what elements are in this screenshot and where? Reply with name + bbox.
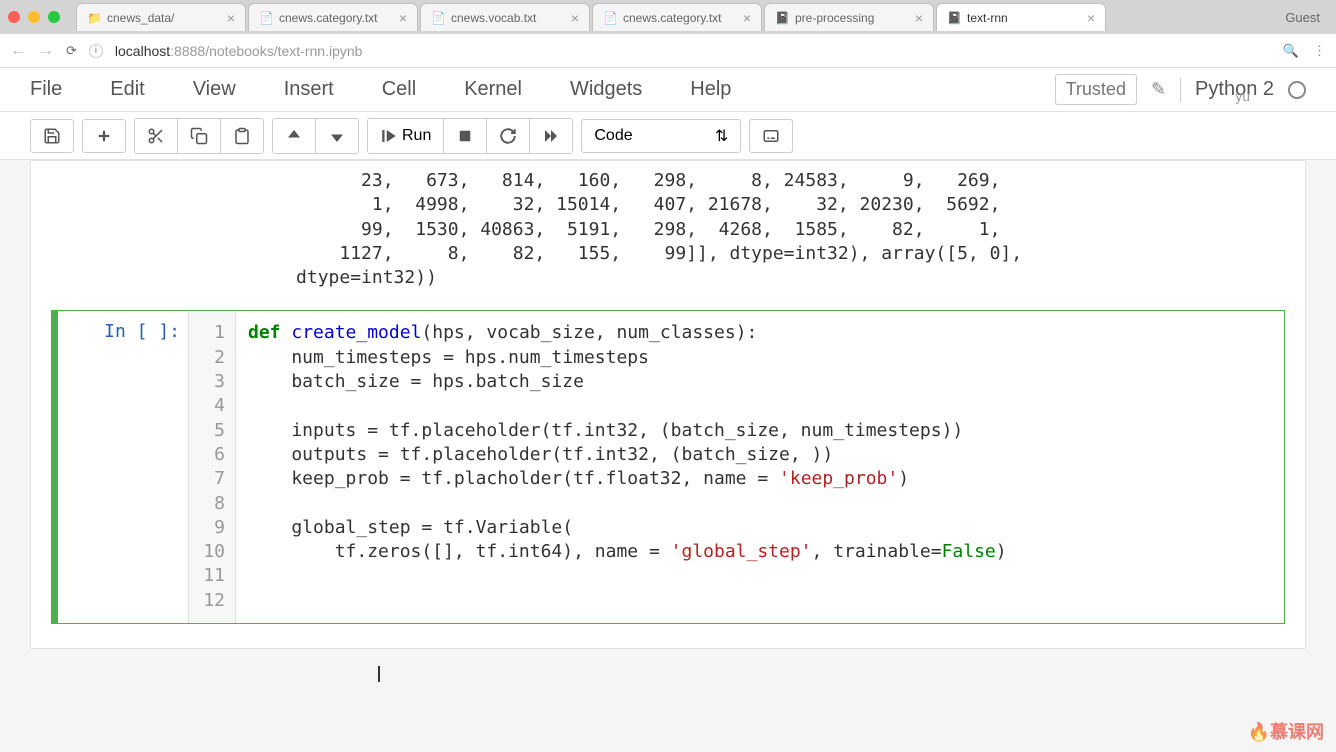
- url-path: /notebooks/text-rnn.ipynb: [205, 43, 362, 59]
- browser-tab-3[interactable]: 📄 cnews.category.txt ×: [592, 3, 762, 31]
- command-palette-button[interactable]: [749, 119, 793, 153]
- jupyter-toolbar: Run Code ⇅: [0, 112, 1336, 160]
- trusted-badge[interactable]: Trusted: [1055, 74, 1137, 105]
- jupyter-menu-bar: File Edit View Insert Cell Kernel Widget…: [0, 68, 1336, 112]
- edit-icon[interactable]: ✎: [1151, 79, 1166, 100]
- watermark-text: yu: [1235, 88, 1250, 104]
- tab-title: cnews_data/: [107, 11, 221, 25]
- tab-title: cnews.category.txt: [279, 11, 393, 25]
- input-prompt: In [ ]:: [58, 311, 188, 623]
- browser-tab-bar: 📁 cnews_data/ × 📄 cnews.category.txt × 📄 cnew…: [0, 0, 1336, 34]
- cut-copy-paste-group: [134, 118, 264, 154]
- menu-kernel[interactable]: Kernel: [464, 78, 522, 101]
- watermark-label: 慕课网: [1270, 722, 1324, 742]
- close-icon[interactable]: ×: [227, 10, 235, 26]
- divider: [1180, 78, 1181, 102]
- site-info-icon[interactable]: i: [89, 44, 103, 58]
- code-cell[interactable]: In [ ]: 123456789101112 def create_model…: [51, 310, 1285, 624]
- menu-edit[interactable]: Edit: [110, 78, 144, 101]
- close-icon[interactable]: ×: [1087, 10, 1095, 26]
- menu-view[interactable]: View: [193, 78, 236, 101]
- cell-type-select[interactable]: Code ⇅: [581, 119, 741, 153]
- menu-cell[interactable]: Cell: [382, 78, 416, 101]
- close-icon[interactable]: ×: [399, 10, 407, 26]
- paste-button[interactable]: [221, 119, 263, 153]
- zoom-icon[interactable]: 🔍: [1283, 43, 1299, 59]
- cell-type-label: Code: [594, 127, 632, 145]
- url-host: localhost: [115, 43, 170, 59]
- maximize-window-button[interactable]: [48, 11, 60, 23]
- move-down-button[interactable]: [316, 119, 358, 153]
- window-controls: [8, 11, 60, 23]
- run-group: Run: [367, 118, 573, 154]
- cut-button[interactable]: [135, 119, 178, 153]
- text-cursor: [378, 666, 380, 682]
- close-window-button[interactable]: [8, 11, 20, 23]
- run-button[interactable]: Run: [368, 119, 444, 153]
- watermark: 🔥慕课网: [1248, 718, 1324, 744]
- restart-run-all-button[interactable]: [530, 119, 572, 153]
- output-cell: 23, 673, 814, 160, 298, 8, 24583, 9, 269…: [31, 169, 1305, 290]
- browser-tab-0[interactable]: 📁 cnews_data/ ×: [76, 3, 246, 31]
- line-number-gutter: 123456789101112: [188, 311, 236, 623]
- notebook-container: 23, 673, 814, 160, 298, 8, 24583, 9, 269…: [30, 160, 1306, 649]
- close-icon[interactable]: ×: [915, 10, 923, 26]
- tab-title: cnews.category.txt: [623, 11, 737, 25]
- browser-tab-2[interactable]: 📄 cnews.vocab.txt ×: [420, 3, 590, 31]
- save-button[interactable]: [30, 119, 74, 153]
- run-label: Run: [402, 127, 431, 145]
- browser-tab-5[interactable]: 📓 text-rnn ×: [936, 3, 1106, 31]
- back-button[interactable]: ←: [10, 42, 26, 60]
- reload-button[interactable]: ⟳: [66, 43, 77, 59]
- url-port: :8888: [170, 43, 205, 59]
- tab-title: pre-processing: [795, 11, 909, 25]
- notebook-icon: 📓: [775, 11, 789, 25]
- doc-icon: 📄: [431, 11, 445, 25]
- kernel-status-icon: [1288, 81, 1306, 99]
- add-cell-button[interactable]: [82, 119, 126, 153]
- code-editor[interactable]: def create_model(hps, vocab_size, num_cl…: [236, 311, 1284, 623]
- menu-file[interactable]: File: [30, 78, 62, 101]
- forward-button[interactable]: →: [38, 42, 54, 60]
- tab-title: cnews.vocab.txt: [451, 11, 565, 25]
- restart-button[interactable]: [487, 119, 530, 153]
- close-icon[interactable]: ×: [571, 10, 579, 26]
- browser-tab-4[interactable]: 📓 pre-processing ×: [764, 3, 934, 31]
- menu-insert[interactable]: Insert: [284, 78, 334, 101]
- doc-icon: 📄: [603, 11, 617, 25]
- browser-tab-1[interactable]: 📄 cnews.category.txt ×: [248, 3, 418, 31]
- guest-label[interactable]: Guest: [1285, 10, 1328, 25]
- copy-button[interactable]: [178, 119, 221, 153]
- chevron-updown-icon: ⇅: [715, 126, 728, 146]
- stop-button[interactable]: [444, 119, 487, 153]
- move-group: [272, 118, 359, 154]
- address-bar: ← → ⟳ i localhost:8888/notebooks/text-rn…: [0, 34, 1336, 68]
- folder-icon: 📁: [87, 11, 101, 25]
- menu-help[interactable]: Help: [690, 78, 731, 101]
- doc-icon: 📄: [259, 11, 273, 25]
- minimize-window-button[interactable]: [28, 11, 40, 23]
- notebook-icon: 📓: [947, 11, 961, 25]
- close-icon[interactable]: ×: [743, 10, 751, 26]
- url-field[interactable]: localhost:8888/notebooks/text-rnn.ipynb: [115, 43, 1271, 59]
- menu-widgets[interactable]: Widgets: [570, 78, 642, 101]
- tab-title: text-rnn: [967, 11, 1081, 25]
- menu-icon[interactable]: ⋮: [1313, 43, 1326, 59]
- move-up-button[interactable]: [273, 119, 316, 153]
